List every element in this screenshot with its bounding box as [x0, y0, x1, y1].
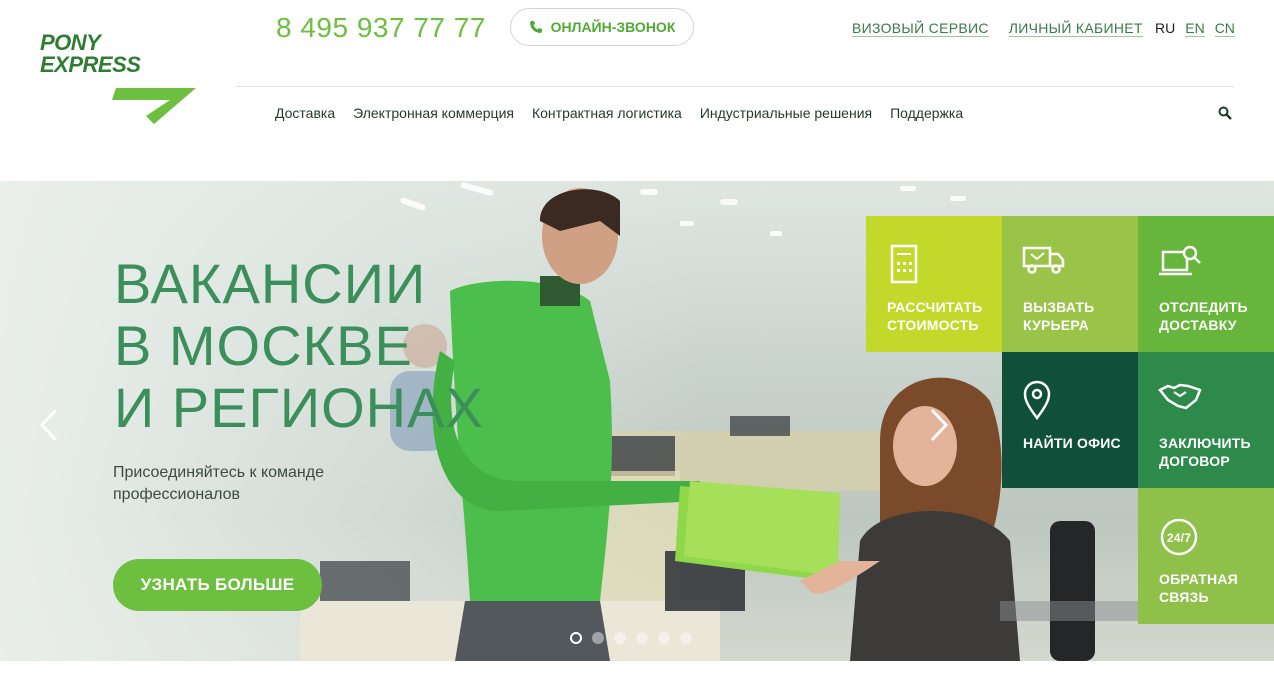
tile-label-line: ОТСЛЕДИТЬ	[1159, 299, 1248, 315]
slider-dot[interactable]	[680, 632, 692, 644]
truck-icon	[1022, 246, 1065, 274]
phone-icon	[529, 21, 542, 33]
hero-title-line-2: В МОСКВЕ	[114, 314, 413, 377]
slider-dot[interactable]	[636, 632, 648, 644]
slider-prev-icon[interactable]	[38, 407, 60, 443]
hero-title-line-1: ВАКАНСИИ	[114, 252, 427, 315]
hero-slider: ВАКАНСИИ В МОСКВЕ И РЕГИОНАХ Присоединяй…	[0, 181, 1274, 661]
brand-logo[interactable]: PONY EXPRESS	[40, 32, 200, 124]
language-switcher: RU EN CN	[1155, 20, 1235, 37]
nav-item-ecommerce[interactable]: Электронная коммерция	[353, 105, 514, 121]
logo-line-2: EXPRESS	[40, 52, 141, 77]
nav-item-industrial-solutions[interactable]: Индустриальные решения	[700, 105, 872, 121]
slider-dot[interactable]	[592, 632, 604, 644]
tile-label-line: КУРЬЕРА	[1023, 317, 1089, 333]
tile-label-line: ДОСТАВКУ	[1159, 317, 1237, 333]
learn-more-button[interactable]: УЗНАТЬ БОЛЬШЕ	[113, 559, 322, 611]
tile-sign-contract[interactable]: ЗАКЛЮЧИТЬ ДОГОВОР	[1138, 352, 1274, 488]
hero-title: ВАКАНСИИ В МОСКВЕ И РЕГИОНАХ	[114, 253, 484, 439]
tile-label-line: ВЫЗВАТЬ	[1023, 299, 1095, 315]
online-call-button[interactable]: ОНЛАЙН-ЗВОНОК	[510, 8, 694, 46]
tile-track-delivery[interactable]: ОТСЛЕДИТЬ ДОСТАВКУ	[1138, 216, 1274, 352]
slider-dot[interactable]	[658, 632, 670, 644]
hero-subtitle: Присоединяйтесь к команде профессионалов	[113, 464, 324, 503]
personal-account-link[interactable]: ЛИЧНЫЙ КАБИНЕТ	[1008, 20, 1143, 37]
header-divider	[236, 86, 1234, 87]
lang-ru[interactable]: RU	[1155, 20, 1175, 37]
slider-next-icon[interactable]	[928, 407, 950, 443]
visa-service-link[interactable]: ВИЗОВЫЙ СЕРВИС	[852, 20, 989, 37]
support-24-7-icon: 24/7	[1160, 518, 1198, 556]
tile-label-line: СВЯЗЬ	[1159, 589, 1209, 605]
tile-label-line: НАЙТИ ОФИС	[1023, 435, 1121, 451]
nav-item-contract-logistics[interactable]: Контрактная логистика	[532, 105, 682, 121]
tile-call-courier[interactable]: ВЫЗВАТЬ КУРЬЕРА	[1002, 216, 1138, 352]
tile-find-office[interactable]: НАЙТИ ОФИС	[1002, 352, 1138, 488]
phone-number[interactable]: 8 495 937 77 77	[276, 12, 486, 44]
tile-feedback[interactable]: 24/7 ОБРАТНАЯ СВЯЗЬ	[1138, 488, 1274, 624]
handshake-icon	[1158, 383, 1202, 410]
logo-line-1: PONY	[40, 30, 101, 55]
online-call-label: ОНЛАЙН-ЗВОНОК	[550, 19, 676, 35]
tile-label-line: ЗАКЛЮЧИТЬ	[1159, 435, 1251, 451]
lang-cn[interactable]: CN	[1214, 20, 1235, 37]
top-links: ВИЗОВЫЙ СЕРВИС ЛИЧНЫЙ КАБИНЕТ	[852, 20, 1143, 37]
search-icon[interactable]	[1218, 106, 1232, 120]
tile-label-line: ОБРАТНАЯ	[1159, 571, 1238, 587]
slider-dots	[570, 632, 692, 644]
tile-calculate-cost[interactable]: РАССЧИТАТЬ СТОИМОСТЬ	[866, 216, 1002, 352]
tile-label-line: ДОГОВОР	[1159, 453, 1230, 469]
location-pin-icon	[1023, 380, 1051, 420]
nav-item-support[interactable]: Поддержка	[890, 105, 963, 121]
slider-dot[interactable]	[570, 632, 582, 644]
slider-dot[interactable]	[614, 632, 626, 644]
logo-arrow-icon	[112, 88, 196, 124]
hero-title-line-3: И РЕГИОНАХ	[114, 376, 484, 439]
main-nav: Доставка Электронная коммерция Контрактн…	[275, 105, 963, 121]
nav-item-delivery[interactable]: Доставка	[275, 105, 335, 121]
lang-en[interactable]: EN	[1185, 20, 1205, 37]
calculator-icon	[890, 244, 918, 284]
laptop-search-icon	[1159, 245, 1201, 276]
tile-label-line: СТОИМОСТЬ	[887, 317, 979, 333]
tile-label-line: РАССЧИТАТЬ	[887, 299, 983, 315]
svg-text:24/7: 24/7	[1167, 531, 1191, 545]
